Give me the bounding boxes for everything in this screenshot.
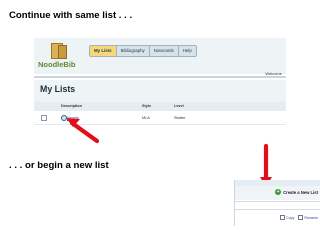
rename-label: Rename [304,215,318,220]
list-actions: Copy Rename [280,215,318,220]
copy-label: Copy [286,215,295,220]
create-new-list-button[interactable]: + Create a New List [275,189,318,195]
rename-action[interactable]: Rename [298,215,318,220]
noodlebib-new-list-screenshot: + Create a New List Copy Rename [234,180,320,226]
rename-icon [298,215,304,220]
create-new-list-label: Create a New List [283,189,318,195]
divider-2 [235,209,320,210]
plus-icon: + [275,189,282,195]
divider [235,201,320,202]
copy-icon [280,215,286,220]
copy-action[interactable]: Copy [280,215,294,220]
